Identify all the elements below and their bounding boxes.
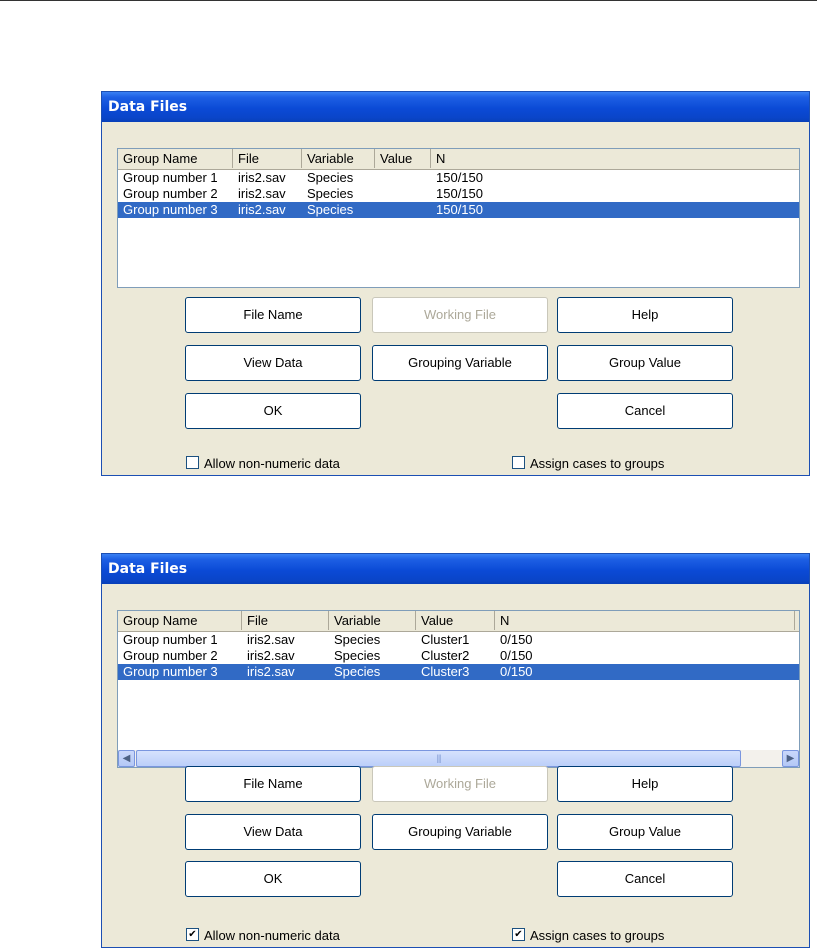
checkbox-label: Allow non-numeric data bbox=[204, 456, 340, 471]
checkbox-box[interactable] bbox=[512, 928, 525, 941]
allow-non-numeric-checkbox[interactable]: Allow non-numeric data bbox=[186, 456, 340, 472]
group-value-button[interactable]: Group Value bbox=[557, 814, 733, 850]
view-data-button[interactable]: View Data bbox=[185, 345, 361, 381]
table-cell: iris2.sav bbox=[238, 186, 286, 201]
table-cell: Species bbox=[307, 186, 354, 201]
view-data-button[interactable]: View Data bbox=[185, 814, 361, 850]
table-cell: 0/150 bbox=[500, 648, 533, 663]
column-header[interactable]: Variable bbox=[302, 149, 375, 168]
assign-cases-checkbox[interactable]: Assign cases to groups bbox=[512, 928, 664, 944]
checkbox-label: Assign cases to groups bbox=[530, 928, 665, 943]
checkbox-label: Assign cases to groups bbox=[530, 456, 665, 471]
column-header[interactable]: Group Name bbox=[118, 611, 242, 630]
table-cell: Group number 1 bbox=[123, 170, 218, 185]
scroll-right-icon[interactable]: ▶ bbox=[782, 750, 799, 767]
checkbox-box[interactable] bbox=[512, 456, 525, 469]
cancel-button[interactable]: Cancel bbox=[557, 861, 733, 897]
table-cell: Species bbox=[334, 648, 381, 663]
grouping-variable-button[interactable]: Grouping Variable bbox=[372, 345, 548, 381]
table-cell: iris2.sav bbox=[238, 202, 286, 217]
help-button[interactable]: Help bbox=[557, 297, 733, 333]
column-header[interactable]: Value bbox=[375, 149, 431, 168]
table-cell: Cluster2 bbox=[421, 648, 470, 663]
working-file-button: Working File bbox=[372, 297, 548, 333]
list-body: Group number 1 iris2.sav Species 150/150 Gro… bbox=[118, 170, 799, 218]
list-header: Group Name File Variable Value N bbox=[118, 611, 799, 632]
column-header[interactable]: N bbox=[431, 149, 799, 168]
column-header[interactable]: N bbox=[495, 611, 795, 630]
table-row[interactable]: Group number 1 iris2.sav Species 150/150 bbox=[118, 170, 799, 186]
page-top-rule bbox=[0, 0, 817, 1]
column-header[interactable]: File bbox=[242, 611, 329, 630]
list-body: Group number 1 iris2.sav Species Cluster1 0/… bbox=[118, 632, 799, 680]
working-file-button: Working File bbox=[372, 766, 548, 802]
column-header[interactable]: Group Name bbox=[118, 149, 233, 168]
file-name-button[interactable]: File Name bbox=[185, 766, 361, 802]
ok-button[interactable]: OK bbox=[185, 393, 361, 429]
groups-list[interactable]: Group Name File Variable Value N Group numbe… bbox=[117, 610, 800, 768]
dialog-title: Data Files bbox=[102, 92, 809, 122]
table-cell: Group number 3 bbox=[123, 664, 218, 679]
table-cell: Group number 3 bbox=[123, 202, 218, 217]
data-files-dialog-2: Data Files Group Name File Variable Value N … bbox=[101, 553, 810, 948]
checkbox-box[interactable] bbox=[186, 928, 199, 941]
column-header[interactable]: File bbox=[233, 149, 302, 168]
groups-list[interactable]: Group Name File Variable Value N Group numbe… bbox=[117, 148, 800, 288]
table-cell: Species bbox=[334, 632, 381, 647]
group-value-button[interactable]: Group Value bbox=[557, 345, 733, 381]
scroll-thumb[interactable]: ||| bbox=[136, 750, 741, 767]
table-cell: Species bbox=[334, 664, 381, 679]
table-cell: Species bbox=[307, 170, 354, 185]
grouping-variable-button[interactable]: Grouping Variable bbox=[372, 814, 548, 850]
table-cell: 150/150 bbox=[436, 170, 483, 185]
table-row[interactable]: Group number 2 iris2.sav Species 150/150 bbox=[118, 186, 799, 202]
table-cell: Group number 2 bbox=[123, 186, 218, 201]
help-button[interactable]: Help bbox=[557, 766, 733, 802]
table-cell: iris2.sav bbox=[247, 632, 295, 647]
table-row[interactable]: Group number 3 iris2.sav Species 150/150 bbox=[118, 202, 799, 218]
checkbox-box[interactable] bbox=[186, 456, 199, 469]
table-cell: 0/150 bbox=[500, 664, 533, 679]
table-cell: Group number 2 bbox=[123, 648, 218, 663]
table-cell: 0/150 bbox=[500, 632, 533, 647]
column-header[interactable]: Value bbox=[416, 611, 495, 630]
table-cell: Group number 1 bbox=[123, 632, 218, 647]
scroll-left-icon[interactable]: ◀ bbox=[118, 750, 135, 767]
table-cell: iris2.sav bbox=[247, 648, 295, 663]
checkbox-label: Allow non-numeric data bbox=[204, 928, 340, 943]
file-name-button[interactable]: File Name bbox=[185, 297, 361, 333]
table-cell: 150/150 bbox=[436, 186, 483, 201]
column-header[interactable]: Variable bbox=[329, 611, 416, 630]
data-files-dialog-1: Data Files Group Name File Variable Value N … bbox=[101, 91, 810, 476]
table-cell: iris2.sav bbox=[247, 664, 295, 679]
table-row[interactable]: Group number 3 iris2.sav Species Cluster3 0/… bbox=[118, 664, 799, 680]
allow-non-numeric-checkbox[interactable]: Allow non-numeric data bbox=[186, 928, 340, 944]
list-header: Group Name File Variable Value N bbox=[118, 149, 799, 170]
ok-button[interactable]: OK bbox=[185, 861, 361, 897]
table-row[interactable]: Group number 1 iris2.sav Species Cluster1 0/… bbox=[118, 632, 799, 648]
dialog-title: Data Files bbox=[102, 554, 809, 584]
horizontal-scrollbar[interactable]: ◀ ||| ▶ bbox=[118, 750, 799, 767]
cancel-button[interactable]: Cancel bbox=[557, 393, 733, 429]
assign-cases-checkbox[interactable]: Assign cases to groups bbox=[512, 456, 664, 472]
table-cell: Cluster3 bbox=[421, 664, 470, 679]
table-cell: 150/150 bbox=[436, 202, 483, 217]
table-cell: iris2.sav bbox=[238, 170, 286, 185]
table-cell: Species bbox=[307, 202, 354, 217]
table-row[interactable]: Group number 2 iris2.sav Species Cluster2 0/… bbox=[118, 648, 799, 664]
table-cell: Cluster1 bbox=[421, 632, 470, 647]
